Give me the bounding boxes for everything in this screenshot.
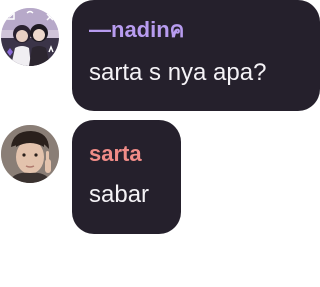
message-bubble[interactable]: sarta sabar [72, 120, 181, 234]
message-text: sarta s nya apa? [89, 59, 267, 86]
message-bubble[interactable]: —nadinค sarta s nya apa? [72, 0, 320, 111]
avatar[interactable] [1, 8, 59, 66]
chat-transcript: —nadinค sarta s nya apa? sarta sabar [0, 0, 320, 287]
message-text: sabar [89, 181, 150, 208]
message-author[interactable]: —nadinค [89, 16, 184, 44]
user-avatar-icon [1, 125, 59, 183]
message-author[interactable]: sarta [89, 140, 142, 168]
user-avatar-icon [1, 8, 59, 66]
avatar[interactable] [1, 125, 59, 183]
